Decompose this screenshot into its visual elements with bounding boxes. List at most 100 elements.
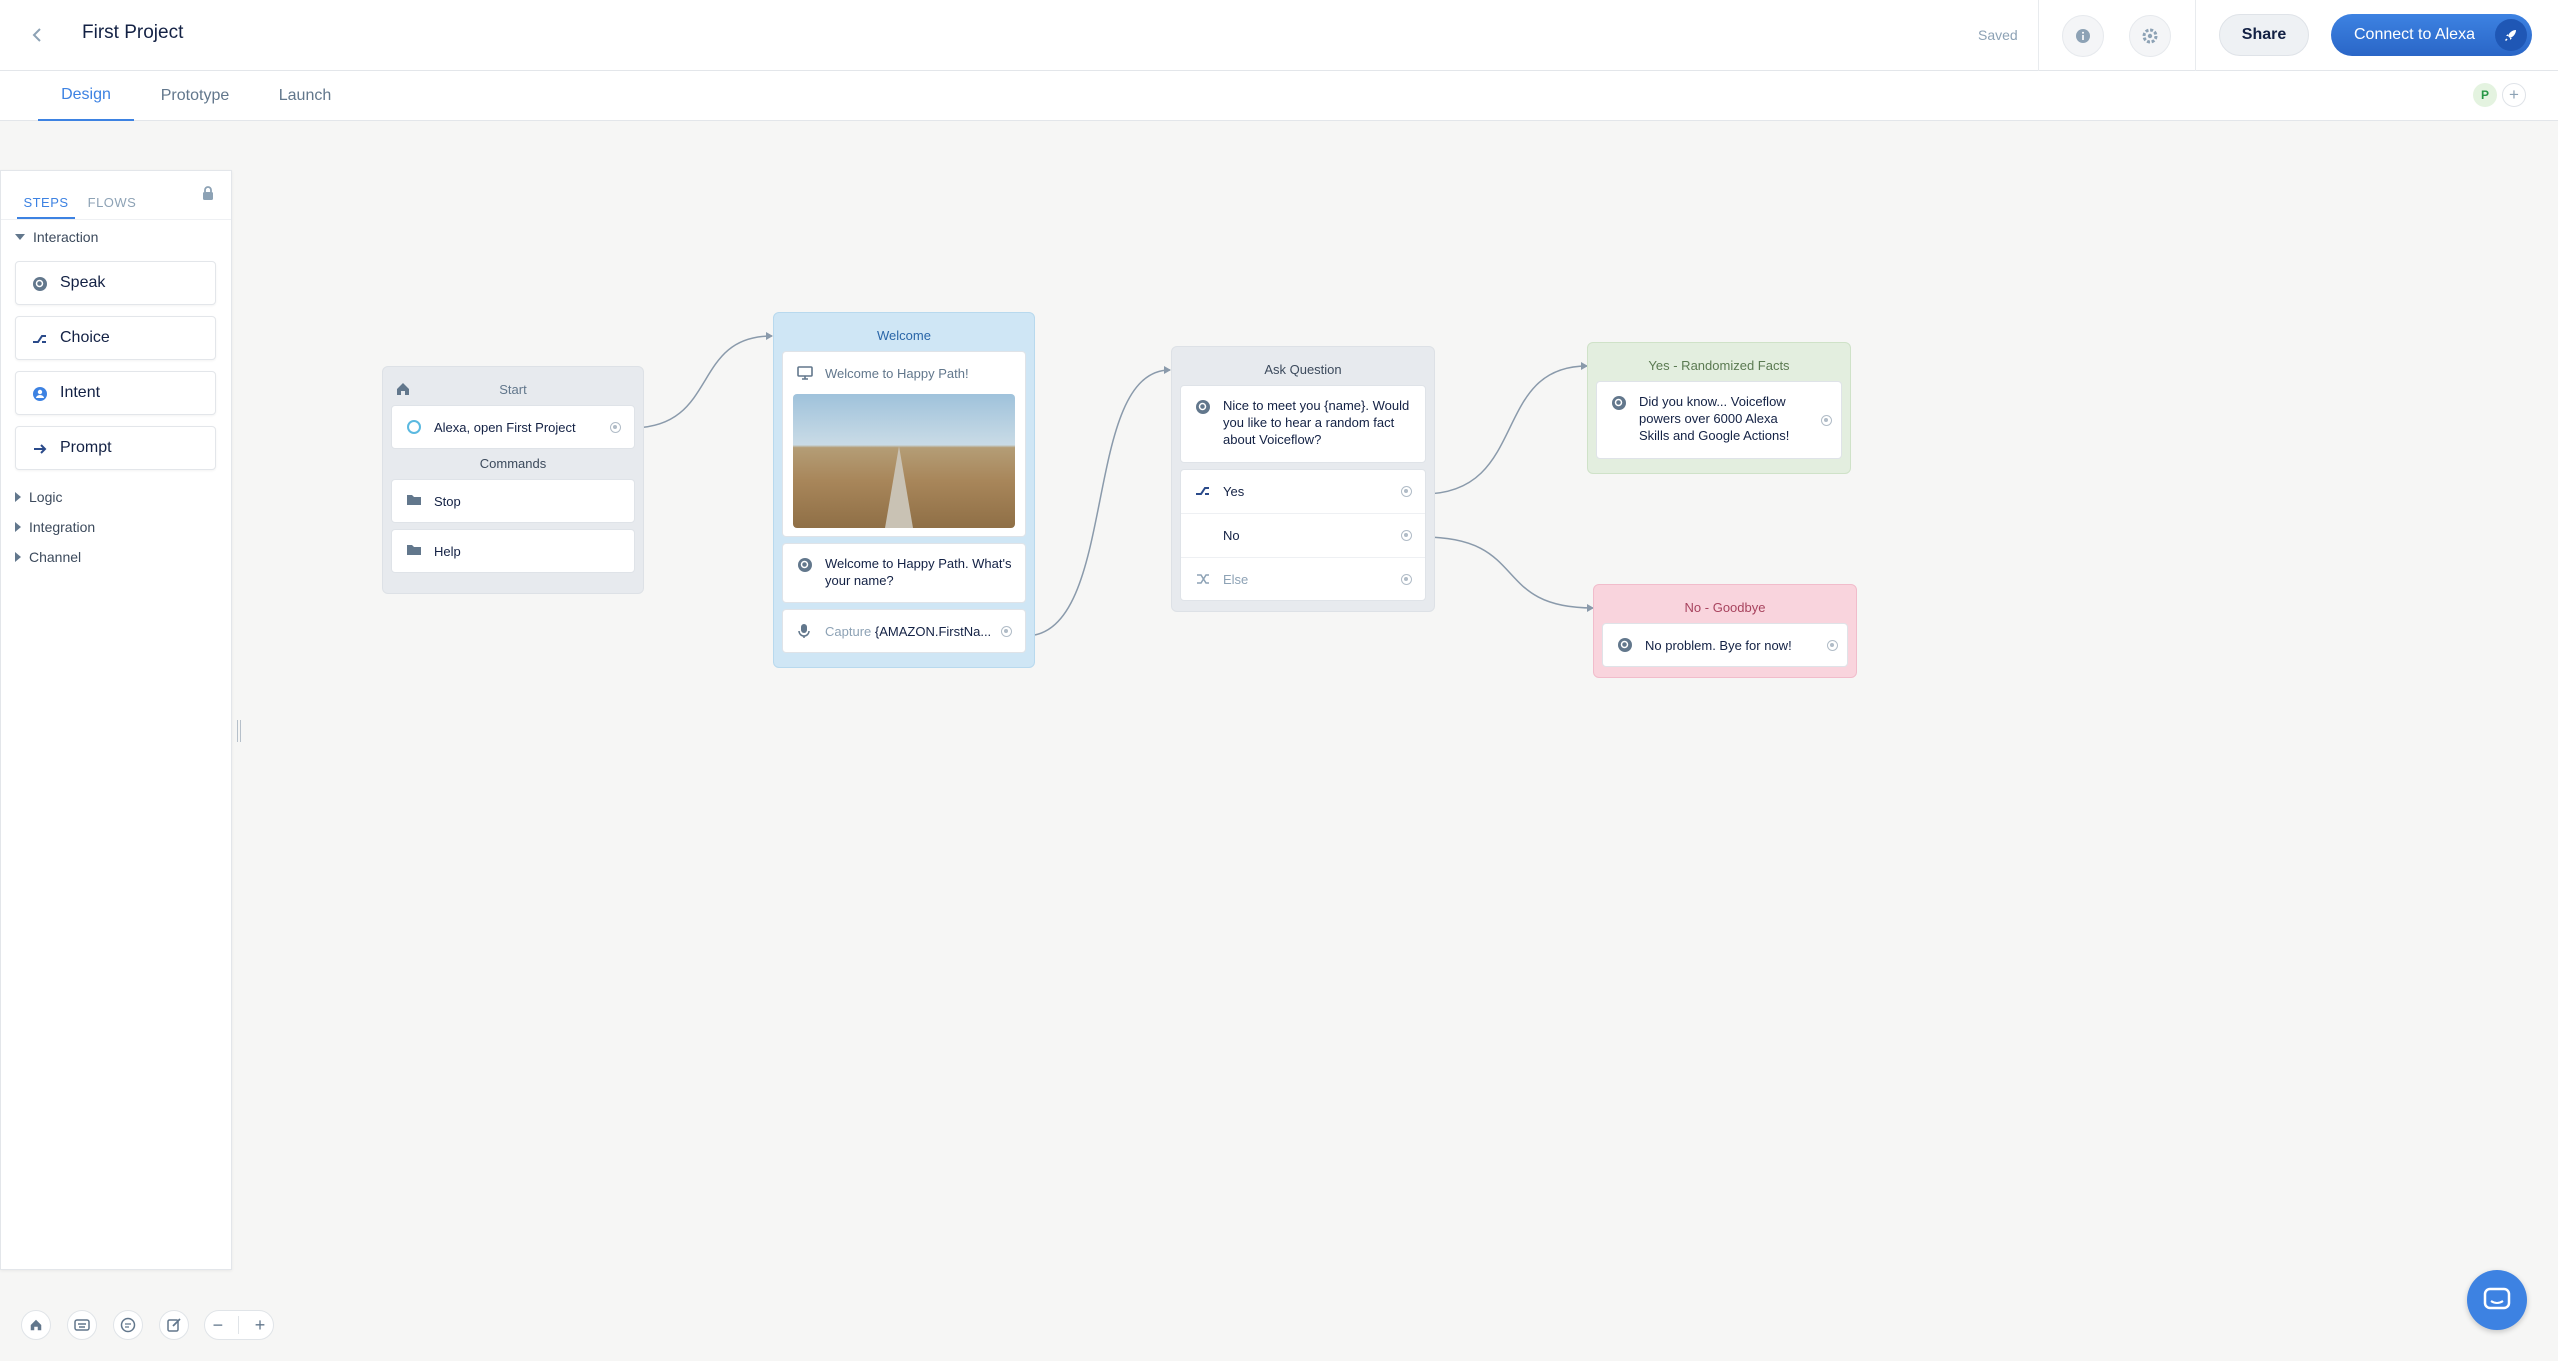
zoom-out-button[interactable]: − bbox=[213, 1315, 224, 1336]
caret-right-icon bbox=[15, 522, 21, 532]
step-intent[interactable]: Intent bbox=[15, 371, 216, 415]
help-chat-button[interactable] bbox=[2467, 1270, 2527, 1330]
block-title: Welcome bbox=[877, 328, 931, 343]
speak-icon bbox=[1196, 400, 1210, 414]
mode-tabs: Design Prototype Launch P + bbox=[0, 71, 2558, 121]
info-button[interactable] bbox=[2062, 15, 2104, 57]
add-collaborator-button[interactable]: + bbox=[2502, 83, 2526, 107]
divider bbox=[1, 219, 231, 220]
capture-step[interactable]: Capture {AMAZON.FirstNa... bbox=[782, 609, 1026, 653]
output-port[interactable] bbox=[1401, 486, 1412, 497]
tab-prototype[interactable]: Prototype bbox=[150, 71, 240, 121]
lock-icon[interactable] bbox=[201, 185, 215, 206]
visual-step[interactable]: Welcome to Happy Path! bbox=[782, 351, 1026, 537]
output-port[interactable] bbox=[1401, 574, 1412, 585]
edit-button[interactable] bbox=[159, 1310, 189, 1340]
steps-panel: STEPS FLOWS Interaction Speak Choice Int… bbox=[0, 170, 232, 1270]
choice-step[interactable]: Yes No Else bbox=[1180, 469, 1426, 601]
speak-step[interactable]: Welcome to Happy Path. What's your name? bbox=[782, 543, 1026, 603]
panel-tab-steps[interactable]: STEPS bbox=[17, 183, 75, 219]
intent-icon bbox=[33, 387, 47, 401]
yes-randomized-facts-block[interactable]: Yes - Randomized Facts Did you know... V… bbox=[1587, 342, 1851, 474]
panel-resize-handle[interactable] bbox=[237, 720, 241, 742]
share-button[interactable]: Share bbox=[2219, 14, 2309, 56]
output-port[interactable] bbox=[610, 422, 621, 433]
choice-yes[interactable]: Yes bbox=[1181, 470, 1425, 514]
choice-label: No bbox=[1223, 528, 1240, 543]
chat-icon bbox=[2483, 1287, 2511, 1310]
launch-step[interactable]: Alexa, open First Project bbox=[391, 405, 635, 449]
wire-start-welcome bbox=[630, 335, 773, 429]
section-channel[interactable]: Channel bbox=[15, 549, 81, 565]
avatar[interactable]: P bbox=[2473, 83, 2497, 107]
section-interaction[interactable]: Interaction bbox=[15, 229, 98, 245]
capture-label: Capture bbox=[825, 624, 872, 639]
output-port[interactable] bbox=[1001, 626, 1012, 637]
save-status: Saved bbox=[1978, 27, 2018, 43]
caret-right-icon bbox=[15, 552, 21, 562]
step-speak[interactable]: Speak bbox=[15, 261, 216, 305]
command-label: Help bbox=[434, 544, 461, 559]
choice-icon bbox=[33, 335, 46, 343]
speak-text: Nice to meet you {name}. Would you like … bbox=[1223, 398, 1410, 447]
zoom-controls: − + bbox=[204, 1310, 274, 1340]
caret-right-icon bbox=[15, 492, 21, 502]
block-title: Start bbox=[499, 382, 527, 397]
keyboard-shortcuts-button[interactable] bbox=[67, 1310, 97, 1340]
command-help[interactable]: Help bbox=[391, 529, 635, 573]
wire-welcome-ask bbox=[1024, 369, 1171, 637]
section-logic[interactable]: Logic bbox=[15, 489, 62, 505]
home-icon bbox=[397, 383, 409, 395]
output-port[interactable] bbox=[1821, 415, 1832, 426]
no-goodbye-block[interactable]: No - Goodbye No problem. Bye for now! bbox=[1593, 584, 1857, 678]
keyboard-icon bbox=[74, 1319, 90, 1331]
tab-launch[interactable]: Launch bbox=[270, 71, 340, 121]
wire-yes-facts bbox=[1422, 365, 1588, 495]
block-title: Ask Question bbox=[1264, 362, 1342, 377]
comment-icon bbox=[120, 1317, 136, 1333]
tab-design[interactable]: Design bbox=[38, 71, 134, 121]
info-icon bbox=[2076, 29, 2090, 43]
choice-label: Else bbox=[1223, 572, 1249, 587]
section-integration[interactable]: Integration bbox=[15, 519, 95, 535]
speak-icon bbox=[33, 277, 47, 291]
connect-to-alexa-button[interactable]: Connect to Alexa bbox=[2331, 14, 2532, 56]
step-label: Choice bbox=[60, 329, 110, 346]
start-block[interactable]: Start Alexa, open First Project Commands… bbox=[382, 366, 644, 594]
comments-button[interactable] bbox=[113, 1310, 143, 1340]
choice-else[interactable]: Else bbox=[1181, 558, 1425, 602]
speak-step[interactable]: No problem. Bye for now! bbox=[1602, 623, 1848, 667]
speak-icon bbox=[1618, 638, 1632, 652]
divider bbox=[2038, 0, 2039, 71]
choice-label: Yes bbox=[1223, 484, 1245, 499]
step-label: Prompt bbox=[60, 439, 112, 456]
section-label: Integration bbox=[29, 519, 96, 535]
alexa-icon bbox=[407, 420, 421, 434]
visual-text: Welcome to Happy Path! bbox=[825, 366, 969, 381]
wire-no-goodbye bbox=[1422, 536, 1594, 609]
caret-down-icon bbox=[15, 234, 25, 240]
output-port[interactable] bbox=[1401, 530, 1412, 541]
panel-tab-flows[interactable]: FLOWS bbox=[87, 183, 137, 219]
divider bbox=[238, 1316, 240, 1334]
choice-no[interactable]: No bbox=[1181, 514, 1425, 558]
back-chevron-icon[interactable] bbox=[30, 20, 52, 50]
home-button[interactable] bbox=[21, 1310, 51, 1340]
path-graphic bbox=[885, 446, 913, 528]
speak-step[interactable]: Did you know... Voiceflow powers over 60… bbox=[1596, 381, 1842, 459]
welcome-block[interactable]: Welcome Welcome to Happy Path! Welcome t… bbox=[773, 312, 1035, 668]
speak-step[interactable]: Nice to meet you {name}. Would you like … bbox=[1180, 385, 1426, 463]
command-stop[interactable]: Stop bbox=[391, 479, 635, 523]
speak-icon bbox=[1612, 396, 1626, 410]
project-title[interactable]: First Project bbox=[82, 22, 183, 44]
microphone-icon bbox=[798, 624, 810, 638]
output-port[interactable] bbox=[1827, 640, 1838, 651]
step-prompt[interactable]: Prompt bbox=[15, 426, 216, 470]
zoom-in-button[interactable]: + bbox=[255, 1315, 266, 1336]
settings-button[interactable] bbox=[2129, 15, 2171, 57]
step-label: Speak bbox=[60, 274, 106, 291]
step-choice[interactable]: Choice bbox=[15, 316, 216, 360]
ask-question-block[interactable]: Ask Question Nice to meet you {name}. Wo… bbox=[1171, 346, 1435, 612]
section-label: Logic bbox=[29, 489, 63, 505]
rocket-icon bbox=[2495, 19, 2527, 51]
